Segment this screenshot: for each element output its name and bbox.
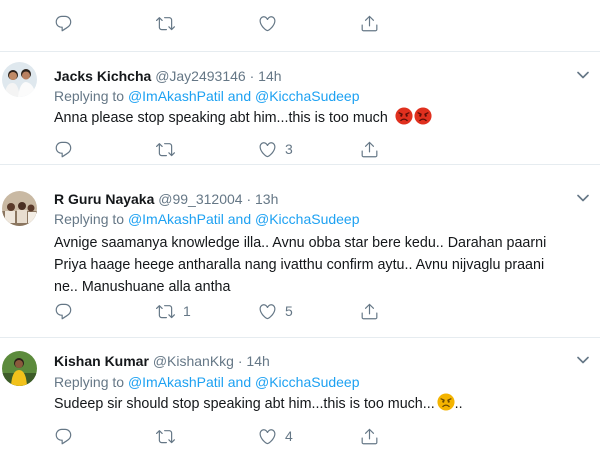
tweet-text: Sudeep sir should stop speaking abt him.… [54, 393, 584, 415]
user-handle[interactable]: @KishanKkg [153, 353, 234, 369]
retweet-button[interactable] [156, 13, 183, 33]
tweet-r-guru-nayaka[interactable]: R Guru Nayaka @99_312004 · 13h Replying … [0, 165, 600, 337]
like-icon [258, 302, 277, 321]
mention-link[interactable]: @KicchaSudeep [255, 374, 360, 390]
share-button[interactable] [360, 426, 379, 446]
separator-dot: · [249, 68, 255, 84]
pouting-face-icon [395, 107, 413, 125]
like-icon [258, 14, 277, 33]
tweet-text-content: Sudeep sir should stop speaking abt him.… [54, 396, 435, 412]
replying-label: Replying to [54, 88, 125, 104]
mention-link[interactable]: @ImAkashPatil [128, 211, 224, 227]
mention-link[interactable]: @ImAkashPatil [128, 374, 224, 390]
tweet-text-content: Anna please stop speaking abt him...this… [54, 110, 388, 126]
reply-button[interactable] [54, 301, 81, 321]
reply-button[interactable] [54, 13, 81, 33]
timestamp[interactable]: 14h [258, 68, 281, 84]
reply-icon [54, 427, 73, 446]
retweet-icon [156, 427, 175, 446]
avatar[interactable] [2, 191, 37, 226]
and-text: and [227, 211, 252, 227]
and-text: and [227, 374, 252, 390]
share-icon [360, 427, 379, 446]
replying-label: Replying to [54, 374, 125, 390]
display-name[interactable]: Kishan Kumar [54, 353, 149, 369]
share-icon [360, 302, 379, 321]
avatar[interactable] [2, 62, 37, 97]
tweet-text: Anna please stop speaking abt him...this… [54, 107, 584, 129]
retweet-count: 1 [183, 303, 191, 319]
share-button[interactable] [360, 139, 379, 159]
retweet-icon [156, 140, 175, 159]
reply-button[interactable] [54, 139, 81, 159]
display-name[interactable]: R Guru Nayaka [54, 191, 154, 207]
share-button[interactable] [360, 301, 379, 321]
mention-link[interactable]: @KicchaSudeep [255, 211, 360, 227]
like-count: 4 [285, 428, 293, 444]
chevron-down-icon[interactable] [577, 71, 589, 79]
chevron-down-icon[interactable] [577, 356, 589, 364]
like-button[interactable] [258, 13, 285, 33]
angry-face-icon [437, 393, 455, 411]
retweet-icon [156, 302, 175, 321]
like-button[interactable]: 3 [258, 139, 293, 159]
tweet-kishan-kumar[interactable]: Kishan Kumar @KishanKkg · 14h Replying t… [0, 338, 600, 450]
like-icon [258, 427, 277, 446]
tweet-jacks-kichcha[interactable]: Jacks Kichcha @Jay2493146 · 14h Replying… [0, 52, 600, 164]
like-button[interactable]: 5 [258, 301, 293, 321]
retweet-button[interactable]: 1 [156, 301, 191, 321]
replying-label: Replying to [54, 211, 125, 227]
mention-link[interactable]: @ImAkashPatil [128, 88, 224, 104]
reply-icon [54, 14, 73, 33]
and-text: and [227, 88, 252, 104]
pouting-face-icon [414, 107, 432, 125]
replying-to: Replying to @ImAkashPatil and @KicchaSud… [54, 374, 360, 391]
like-icon [258, 140, 277, 159]
avatar[interactable] [2, 351, 37, 386]
tweet-text-line: Priya haage heege antharalla nang ivatth… [54, 257, 545, 273]
retweet-icon [156, 14, 175, 33]
timestamp[interactable]: 13h [255, 191, 278, 207]
reply-button[interactable] [54, 426, 81, 446]
tweet-action-bar: 3 [0, 139, 600, 159]
tweet-action-bar: 4 [0, 426, 600, 446]
tweet-header: R Guru Nayaka @99_312004 · 13h [54, 191, 278, 208]
like-count: 3 [285, 141, 293, 157]
top-tweet-action-bar [0, 13, 600, 33]
like-count: 5 [285, 303, 293, 319]
chevron-down-icon[interactable] [577, 194, 589, 202]
replying-to: Replying to @ImAkashPatil and @KicchaSud… [54, 211, 360, 228]
retweet-button[interactable] [156, 139, 183, 159]
display-name[interactable]: Jacks Kichcha [54, 68, 151, 84]
tweet-text-suffix: .. [454, 396, 463, 412]
like-button[interactable]: 4 [258, 426, 293, 446]
tweet-header: Kishan Kumar @KishanKkg · 14h [54, 353, 270, 370]
replying-to: Replying to @ImAkashPatil and @KicchaSud… [54, 88, 360, 105]
share-button[interactable] [360, 13, 379, 33]
separator-dot: · [237, 353, 243, 369]
mention-link[interactable]: @KicchaSudeep [255, 88, 360, 104]
user-handle[interactable]: @Jay2493146 [155, 68, 246, 84]
reply-icon [54, 140, 73, 159]
tweet-header: Jacks Kichcha @Jay2493146 · 14h [54, 68, 282, 85]
share-icon [360, 14, 379, 33]
tweet-action-bar: 1 5 [0, 301, 600, 321]
user-handle[interactable]: @99_312004 [158, 191, 242, 207]
tweet-text: Avnige saamanya knowledge illa.. Avnu ob… [54, 232, 584, 298]
tweet-text-line: Avnige saamanya knowledge illa.. Avnu ob… [54, 235, 547, 251]
tweet-text-line: ne.. Manushuane alla antha [54, 279, 231, 295]
retweet-button[interactable] [156, 426, 183, 446]
reply-icon [54, 302, 73, 321]
timestamp[interactable]: 14h [246, 353, 269, 369]
share-icon [360, 140, 379, 159]
separator-dot: · [246, 191, 252, 207]
